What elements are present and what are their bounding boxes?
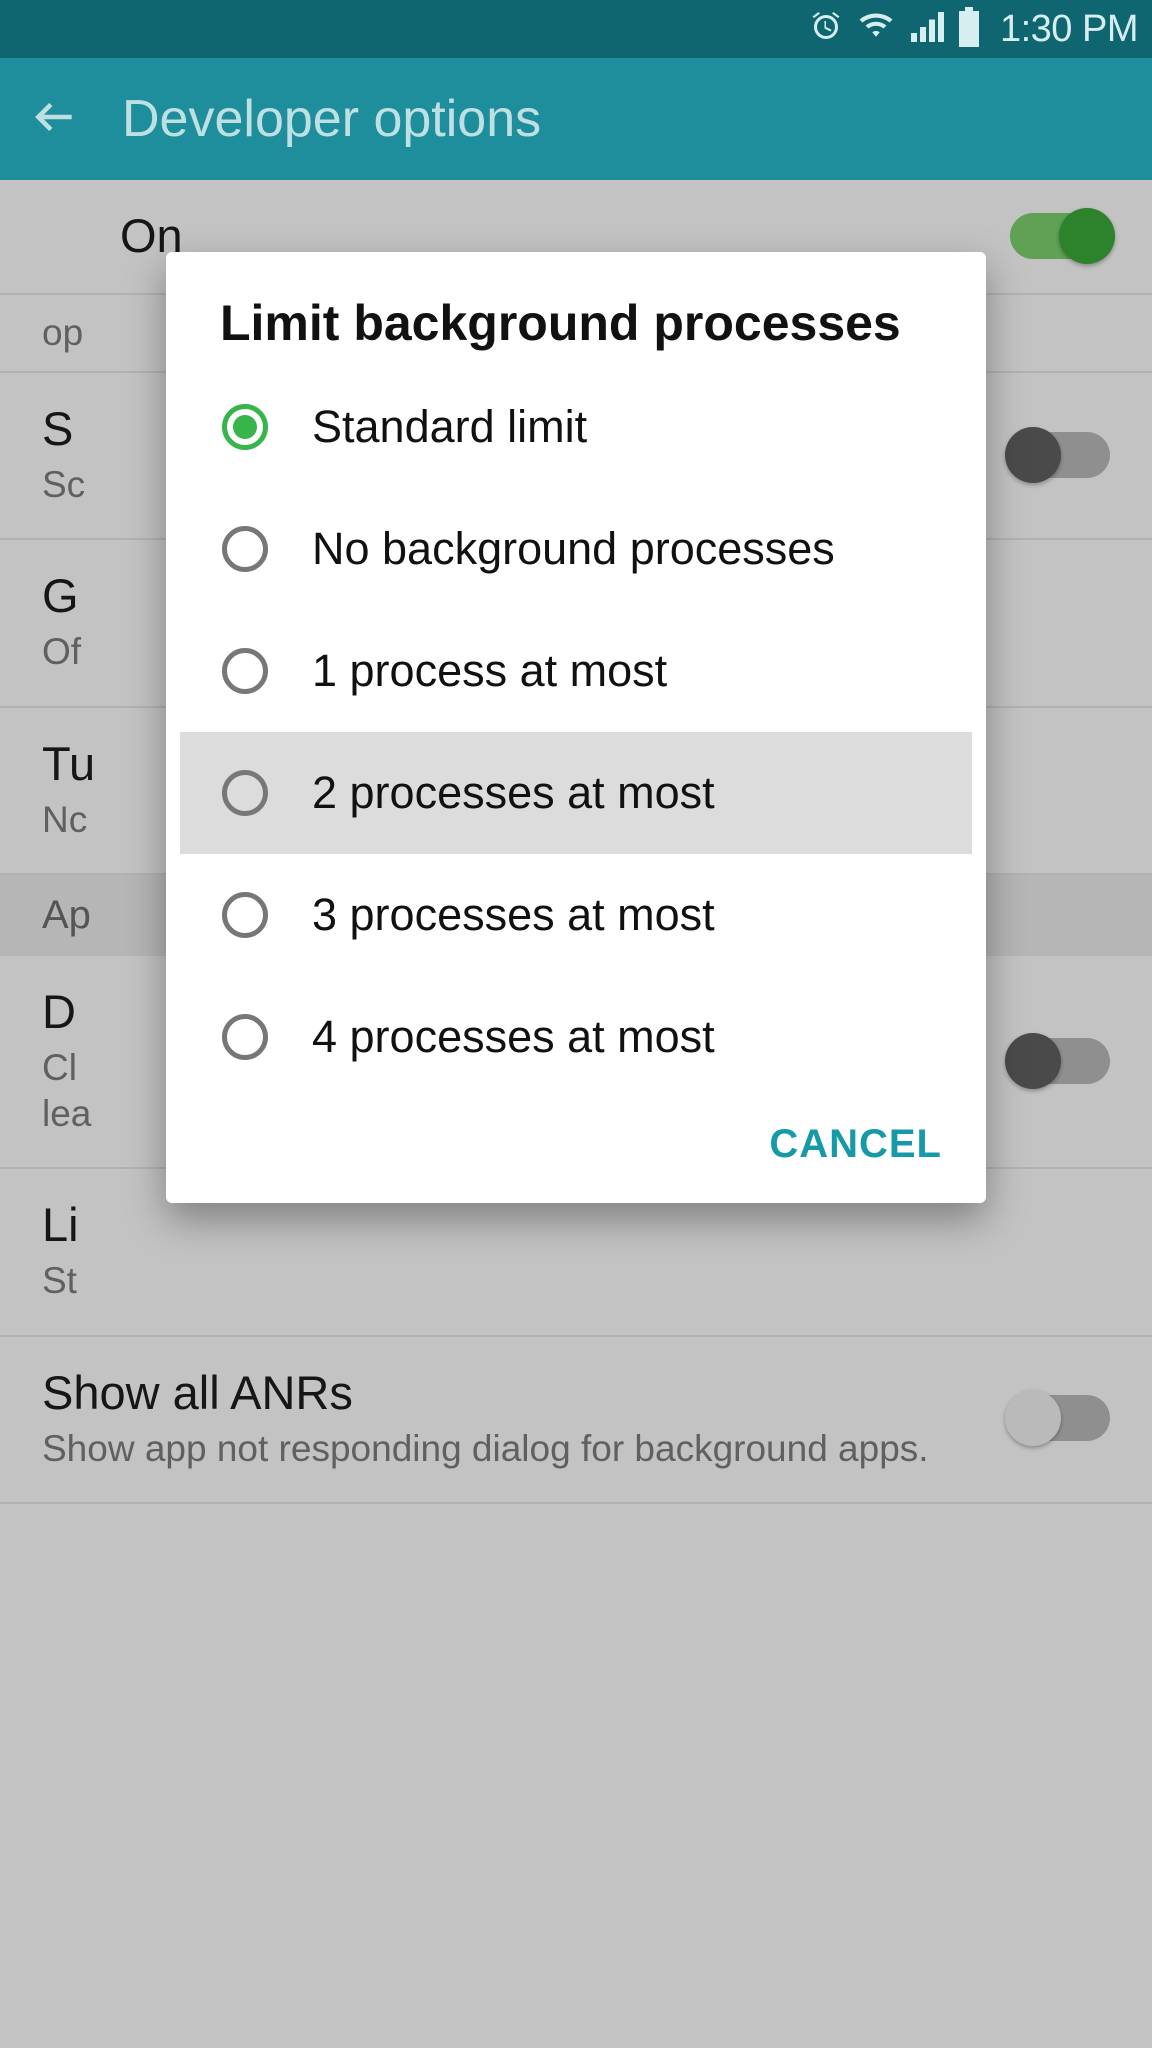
wifi-icon — [856, 9, 896, 50]
page-title: Developer options — [122, 89, 541, 149]
option-4-processes[interactable]: 4 processes at most — [180, 976, 972, 1098]
radio-icon — [222, 1014, 268, 1060]
cancel-button[interactable]: CANCEL — [769, 1122, 942, 1167]
radio-icon — [222, 404, 268, 450]
option-3-processes[interactable]: 3 processes at most — [180, 854, 972, 976]
option-standard-limit[interactable]: Standard limit — [180, 366, 972, 488]
radio-icon — [222, 648, 268, 694]
modal-overlay[interactable]: Limit background processes Standard limi… — [0, 180, 1152, 2048]
dialog-title: Limit background processes — [166, 294, 986, 366]
status-bar: 1:30 PM — [0, 0, 1152, 58]
radio-icon — [222, 770, 268, 816]
radio-icon — [222, 892, 268, 938]
signal-icon — [908, 9, 944, 50]
radio-icon — [222, 526, 268, 572]
status-time: 1:30 PM — [1000, 8, 1138, 51]
option-2-processes[interactable]: 2 processes at most — [180, 732, 972, 854]
option-1-process[interactable]: 1 process at most — [180, 610, 972, 732]
action-bar: Developer options — [0, 58, 1152, 180]
battery-icon — [956, 7, 982, 52]
option-no-background[interactable]: No background processes — [180, 488, 972, 610]
back-arrow-icon[interactable] — [30, 92, 80, 147]
alarm-icon — [808, 9, 844, 50]
limit-background-dialog: Limit background processes Standard limi… — [166, 252, 986, 1203]
